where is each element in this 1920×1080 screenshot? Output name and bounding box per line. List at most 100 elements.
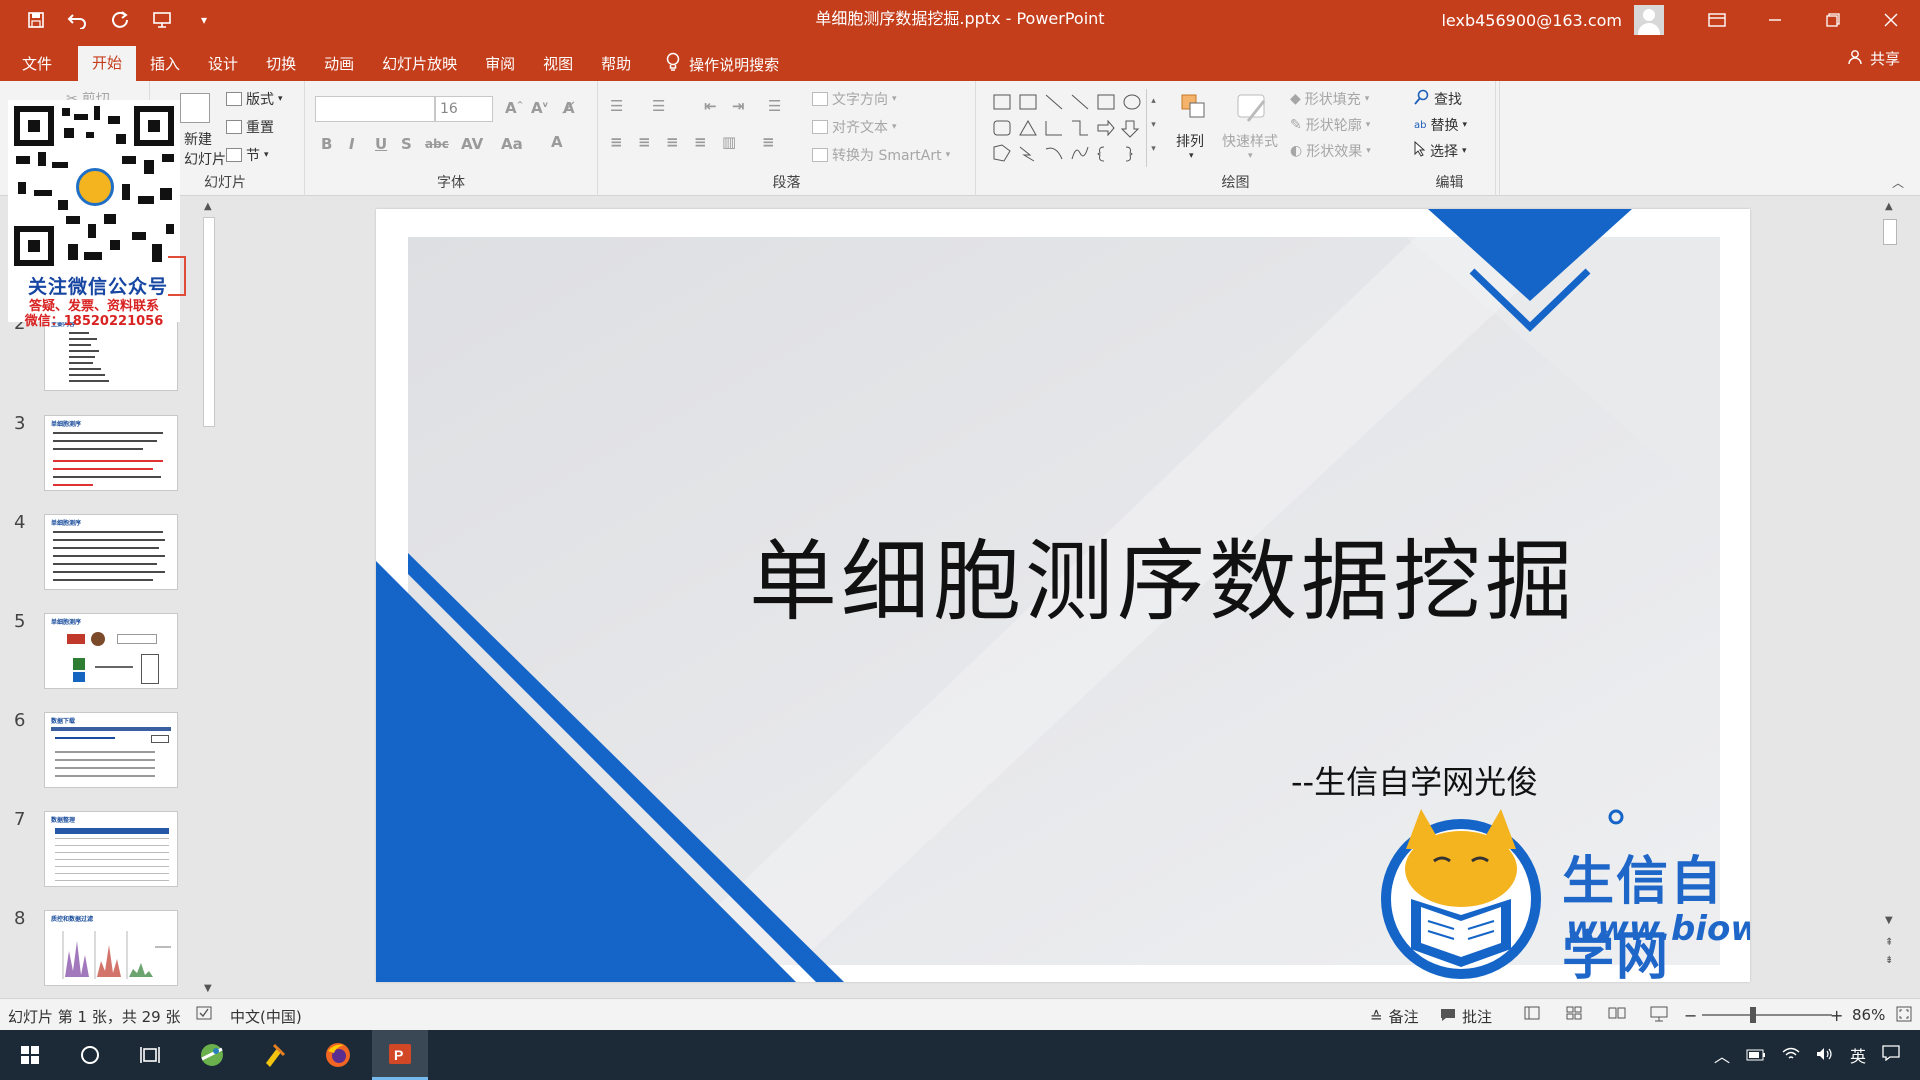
- grow-font-icon[interactable]: A^: [505, 99, 523, 117]
- scroll-thumb[interactable]: [203, 217, 215, 427]
- user-email[interactable]: lexb456900@163.com: [1441, 11, 1622, 30]
- spell-check-icon[interactable]: [196, 1006, 212, 1020]
- italic-icon[interactable]: I: [349, 135, 355, 153]
- windows-start-icon[interactable]: [2, 1030, 58, 1080]
- reset-button[interactable]: 重置: [226, 117, 274, 137]
- reading-view-icon[interactable]: [1608, 1006, 1626, 1020]
- char-spacing-icon[interactable]: AV: [461, 135, 483, 153]
- slide-subtitle[interactable]: --生信自学网光俊: [1291, 757, 1538, 803]
- language-indicator[interactable]: 中文(中国): [230, 1006, 302, 1027]
- wifi-icon[interactable]: [1782, 1046, 1800, 1065]
- minimize-icon[interactable]: [1746, 0, 1804, 40]
- tell-me-search[interactable]: 操作说明搜索: [645, 47, 779, 81]
- next-slide-icon[interactable]: ⇟: [1885, 955, 1893, 966]
- align-left-icon[interactable]: ≡: [610, 133, 623, 151]
- zoom-slider[interactable]: [1702, 1014, 1832, 1016]
- thumbnail-slide-5[interactable]: 5 单细胞测序: [0, 611, 200, 691]
- text-direction-button[interactable]: 文字方向 ▾: [812, 89, 897, 109]
- cortana-search-icon[interactable]: [62, 1030, 118, 1080]
- shape-outline-button[interactable]: ✎ 形状轮廓 ▾: [1290, 115, 1370, 135]
- align-text-button[interactable]: 对齐文本 ▾: [812, 117, 897, 137]
- layout-button[interactable]: 版式 ▾: [226, 89, 283, 109]
- tab-home[interactable]: 开始: [78, 46, 137, 81]
- shapes-scroll[interactable]: ▴ ▾ ▾: [1146, 89, 1160, 167]
- find-button[interactable]: 查找: [1414, 89, 1462, 109]
- smartart-button[interactable]: 转换为 SmartArt ▾: [812, 145, 950, 165]
- save-icon[interactable]: [18, 4, 54, 36]
- thumbnail-slide-7[interactable]: 7 数据整理: [0, 809, 200, 889]
- current-slide[interactable]: 单细胞测序数据挖掘 --生信自学网光俊 生信自学网 www.biowolf.cn: [376, 209, 1750, 982]
- shape-effects-button[interactable]: ◐ 形状效果 ▾: [1290, 141, 1371, 161]
- tab-design[interactable]: 设计: [194, 47, 252, 81]
- tab-insert[interactable]: 插入: [136, 47, 194, 81]
- zoom-in-icon[interactable]: +: [1830, 1006, 1843, 1025]
- strikethrough-icon[interactable]: abc: [425, 137, 449, 151]
- scroll-down-icon[interactable]: ▼: [204, 983, 212, 994]
- line-spacing-icon[interactable]: ☰: [768, 97, 781, 115]
- change-case-icon[interactable]: Aa: [501, 135, 523, 153]
- scroll-down-icon[interactable]: ▼: [1885, 915, 1893, 926]
- justify-icon[interactable]: ≡: [694, 133, 707, 151]
- section-button[interactable]: 节 ▾: [226, 145, 269, 165]
- undo-icon[interactable]: [60, 4, 96, 36]
- chevron-up-icon[interactable]: ︿: [1714, 1043, 1730, 1067]
- ribbon-display-options-icon[interactable]: [1688, 0, 1746, 40]
- tab-review[interactable]: 审阅: [471, 47, 529, 81]
- ime-indicator[interactable]: 英: [1850, 1043, 1866, 1067]
- thumbnail-slide-8[interactable]: 8 质控和数据过滤: [0, 908, 200, 988]
- columns-icon[interactable]: ▥: [722, 133, 736, 151]
- slide-sorter-icon[interactable]: [1566, 1006, 1582, 1020]
- arrange-button[interactable]: 排列 ▾: [1172, 89, 1216, 169]
- thumbnail-slide-4[interactable]: 4 单细胞测序: [0, 512, 200, 592]
- normal-view-icon[interactable]: [1524, 1006, 1540, 1020]
- scroll-up-icon[interactable]: ▲: [1885, 201, 1893, 212]
- previous-slide-icon[interactable]: ⇞: [1885, 937, 1893, 948]
- share-button[interactable]: 共享: [1848, 48, 1900, 69]
- notes-button[interactable]: ≙ 备注: [1370, 1006, 1419, 1027]
- restore-icon[interactable]: [1804, 0, 1862, 40]
- decrease-indent-icon[interactable]: ⇤: [704, 97, 717, 115]
- zoom-out-icon[interactable]: −: [1684, 1006, 1697, 1025]
- tab-animations[interactable]: 动画: [310, 47, 368, 81]
- customize-icon[interactable]: ▾: [186, 4, 222, 36]
- notification-center-icon[interactable]: [1882, 1045, 1900, 1065]
- thumbnail-slide-3[interactable]: 3 单细胞测序: [0, 413, 200, 493]
- align-center-icon[interactable]: ≡: [638, 133, 651, 151]
- app-tool-icon[interactable]: [246, 1030, 302, 1080]
- shadow-icon[interactable]: S: [401, 135, 412, 153]
- scroll-up-icon[interactable]: ▲: [204, 201, 212, 212]
- fit-to-window-icon[interactable]: [1896, 1006, 1912, 1022]
- underline-icon[interactable]: U: [375, 135, 387, 153]
- battery-icon[interactable]: [1746, 1046, 1766, 1065]
- zoom-level[interactable]: 86%: [1852, 1006, 1885, 1024]
- align-text-icon[interactable]: ≡: [762, 133, 775, 151]
- shapes-gallery[interactable]: [990, 89, 1160, 167]
- avatar[interactable]: [1634, 5, 1664, 35]
- font-name-box[interactable]: [315, 96, 435, 122]
- slide-scrollbar[interactable]: ▲ ▼ ⇞ ⇟: [1880, 197, 1900, 998]
- present-icon[interactable]: [144, 4, 180, 36]
- powerpoint-taskbar-icon[interactable]: P: [372, 1030, 428, 1080]
- bold-icon[interactable]: B: [321, 135, 332, 153]
- tab-file[interactable]: 文件: [8, 47, 66, 81]
- tab-help[interactable]: 帮助: [587, 47, 645, 81]
- shape-fill-button[interactable]: ◆ 形状填充 ▾: [1290, 89, 1369, 109]
- replace-button[interactable]: ab 替换 ▾: [1414, 115, 1467, 135]
- scroll-thumb[interactable]: [1883, 219, 1897, 245]
- clear-format-icon[interactable]: A̸: [563, 99, 575, 117]
- app-globe-icon[interactable]: [184, 1030, 240, 1080]
- bullets-icon[interactable]: ☰: [610, 97, 623, 115]
- close-icon[interactable]: [1862, 0, 1920, 40]
- select-button[interactable]: 选择 ▾: [1414, 140, 1467, 161]
- align-right-icon[interactable]: ≡: [666, 133, 679, 151]
- tab-slideshow[interactable]: 幻灯片放映: [368, 47, 471, 81]
- quick-styles-button[interactable]: 快速样式 ▾: [1220, 89, 1286, 169]
- task-view-icon[interactable]: [122, 1030, 178, 1080]
- volume-icon[interactable]: [1816, 1046, 1834, 1065]
- redo-icon[interactable]: [102, 4, 138, 36]
- increase-indent-icon[interactable]: ⇥: [732, 97, 745, 115]
- slideshow-view-icon[interactable]: [1650, 1006, 1668, 1022]
- collapse-ribbon-icon[interactable]: ︿: [1892, 174, 1904, 191]
- shrink-font-icon[interactable]: Av: [531, 99, 548, 117]
- comments-button[interactable]: 批注: [1440, 1006, 1492, 1027]
